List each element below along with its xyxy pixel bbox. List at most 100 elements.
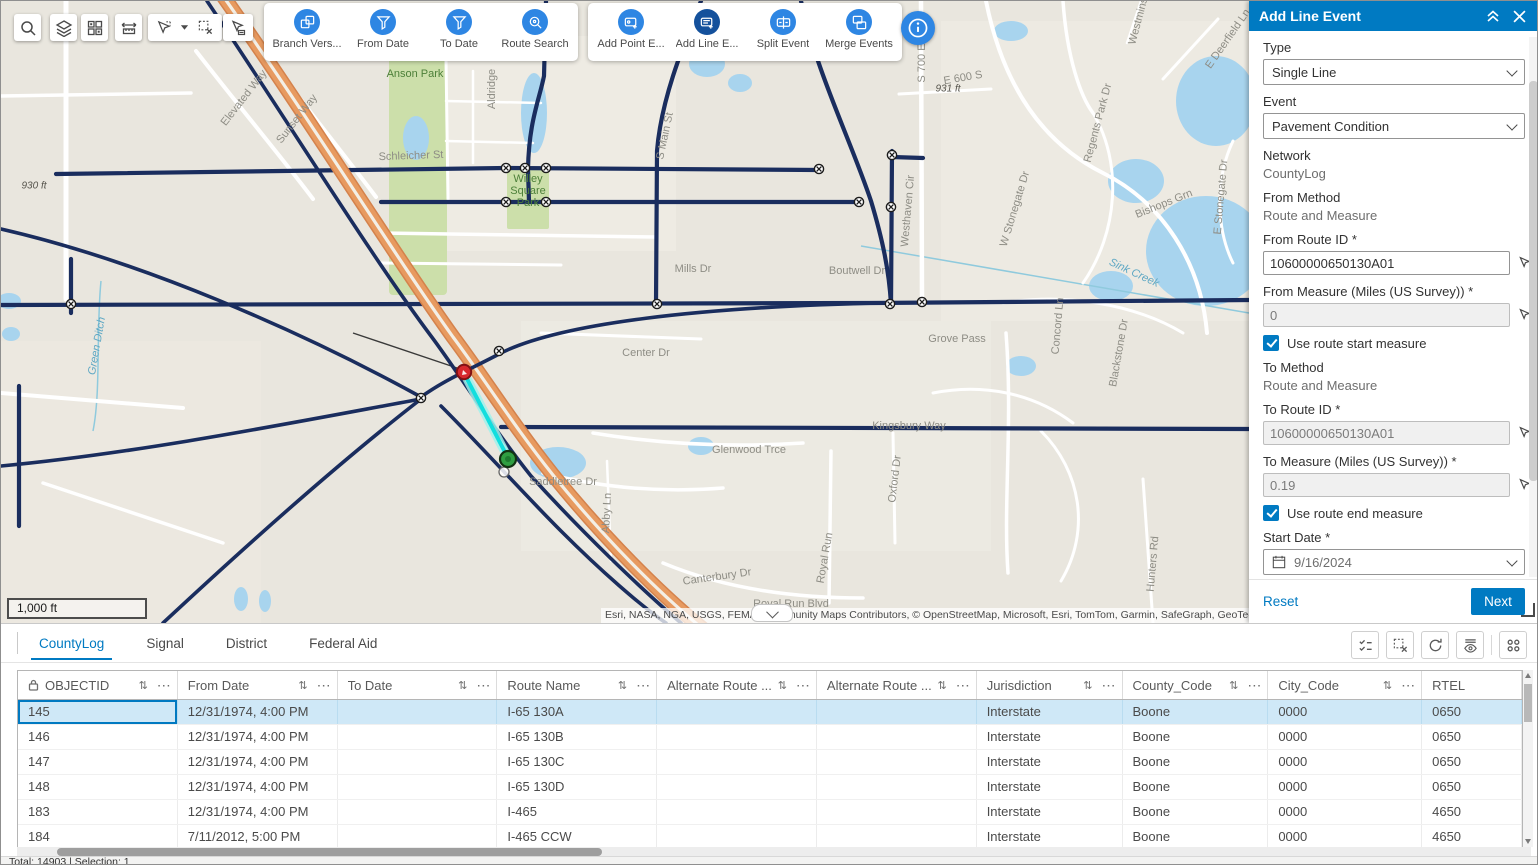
sort-icon[interactable]: ⇅ xyxy=(1083,679,1092,692)
column-header-objectid[interactable]: OBJECTID⇅⋯ xyxy=(18,671,178,699)
use-route-start-measure-row[interactable]: Use route start measure xyxy=(1263,335,1525,351)
to-measure-marker[interactable] xyxy=(500,451,516,467)
column-header-jurisdiction[interactable]: Jurisdiction⇅⋯ xyxy=(977,671,1123,699)
table-cell[interactable]: Boone xyxy=(1123,725,1269,749)
table-cell[interactable] xyxy=(338,825,498,847)
table-row[interactable]: 14612/31/1974, 4:00 PMI-65 130BInterstat… xyxy=(18,725,1522,750)
sort-icon[interactable]: ⇅ xyxy=(298,679,307,692)
table-cell[interactable]: Interstate xyxy=(977,750,1123,774)
table-cell[interactable]: 12/31/1974, 4:00 PM xyxy=(178,750,338,774)
table-cell[interactable]: 4650 xyxy=(1422,825,1522,847)
table-cell[interactable]: Boone xyxy=(1123,750,1269,774)
info-button[interactable] xyxy=(901,11,935,45)
select-tool-icon[interactable] xyxy=(156,19,173,36)
reset-link[interactable]: Reset xyxy=(1263,594,1298,609)
table-vscroll-thumb[interactable] xyxy=(1524,684,1532,722)
table-cell[interactable]: 0650 xyxy=(1422,725,1522,749)
table-cell[interactable] xyxy=(657,775,817,799)
column-menu-icon[interactable]: ⋯ xyxy=(636,677,650,694)
table-cell[interactable]: 4650 xyxy=(1422,800,1522,824)
basemap-gallery-button[interactable] xyxy=(81,14,108,41)
table-cell[interactable] xyxy=(338,725,498,749)
next-button[interactable]: Next xyxy=(1471,588,1525,615)
from-route-id-input[interactable] xyxy=(1263,251,1510,275)
table-cell[interactable]: 184 xyxy=(18,825,178,847)
tab-district[interactable]: District xyxy=(224,627,269,659)
table-cell[interactable]: Interstate xyxy=(977,700,1123,724)
toolbar-item-route-search[interactable]: Route Search xyxy=(504,9,566,50)
table-row[interactable]: 14512/31/1974, 4:00 PMI-65 130AInterstat… xyxy=(18,700,1522,725)
table-cell[interactable]: 183 xyxy=(18,800,178,824)
table-cell[interactable]: 148 xyxy=(18,775,178,799)
table-horizontal-scrollbar[interactable] xyxy=(17,847,1531,856)
event-select[interactable]: Pavement Condition xyxy=(1263,113,1525,139)
table-cell[interactable]: 0000 xyxy=(1268,725,1422,749)
table-cell[interactable]: 0000 xyxy=(1268,700,1422,724)
table-cell[interactable] xyxy=(657,725,817,749)
column-header-from-date[interactable]: From Date⇅⋯ xyxy=(178,671,338,699)
sort-icon[interactable]: ⇅ xyxy=(937,679,946,692)
tab-countylog[interactable]: CountyLog xyxy=(37,627,106,659)
column-menu-icon[interactable]: ⋯ xyxy=(1102,677,1116,694)
table-cell[interactable]: Boone xyxy=(1123,700,1269,724)
to-route-id-input[interactable] xyxy=(1263,421,1510,445)
from-measure-marker[interactable] xyxy=(457,365,471,379)
select-dropdown-icon[interactable] xyxy=(180,23,189,32)
toolbar-item-branch-vers[interactable]: Branch Vers... xyxy=(276,9,338,50)
sort-icon[interactable]: ⇅ xyxy=(139,679,148,692)
table-cell[interactable] xyxy=(817,725,977,749)
table-cell[interactable]: 12/31/1974, 4:00 PM xyxy=(178,725,338,749)
table-cell[interactable] xyxy=(338,750,498,774)
table-cell[interactable]: I-65 130D xyxy=(497,775,657,799)
table-options-button[interactable] xyxy=(1499,631,1527,659)
table-cell[interactable] xyxy=(338,775,498,799)
table-cell[interactable]: 7/11/2012, 5:00 PM xyxy=(178,825,338,847)
tab-signal[interactable]: Signal xyxy=(144,627,186,659)
sort-icon[interactable]: ⇅ xyxy=(1229,679,1238,692)
table-cell[interactable] xyxy=(338,700,498,724)
toolbar-item-from-date[interactable]: From Date xyxy=(352,9,414,50)
refresh-button[interactable] xyxy=(1421,631,1449,659)
table-row[interactable]: 1847/11/2012, 5:00 PMI-465 CCWInterstate… xyxy=(18,825,1522,847)
toolbar-item-add-line-e[interactable]: Add Line E... xyxy=(676,9,738,50)
column-header-route-name[interactable]: Route Name⇅⋯ xyxy=(497,671,657,699)
start-date-picker[interactable]: 9/16/2024 xyxy=(1263,549,1525,575)
use-route-end-measure-checkbox[interactable] xyxy=(1263,505,1279,521)
column-menu-icon[interactable]: ⋯ xyxy=(476,677,490,694)
show-selection-button[interactable] xyxy=(1351,631,1379,659)
tab-federal-aid[interactable]: Federal Aid xyxy=(307,627,379,659)
use-route-end-measure-row[interactable]: Use route end measure xyxy=(1263,505,1525,521)
table-cell[interactable]: I-65 130C xyxy=(497,750,657,774)
table-cell[interactable] xyxy=(817,800,977,824)
table-row[interactable]: 14712/31/1974, 4:00 PM I-65 130C Interstat… xyxy=(18,750,1522,775)
attribution-collapse-button[interactable] xyxy=(751,604,793,622)
table-cell[interactable]: 0000 xyxy=(1268,750,1422,774)
column-header-alternate-route[interactable]: Alternate Route ...⇅⋯ xyxy=(657,671,817,699)
table-cell[interactable]: Interstate xyxy=(977,725,1123,749)
table-cell[interactable]: 0000 xyxy=(1268,800,1422,824)
table-cell[interactable]: Interstate xyxy=(977,800,1123,824)
sort-icon[interactable]: ⇅ xyxy=(618,679,627,692)
measure-button[interactable] xyxy=(115,14,142,41)
toolbar-item-merge-events[interactable]: Merge Events xyxy=(828,9,890,50)
table-cell[interactable] xyxy=(338,800,498,824)
route-select-button[interactable] xyxy=(223,14,253,41)
map-canvas[interactable]: Elevated WaySunset WayAnson ParkAldridge… xyxy=(1,1,1249,623)
search-button[interactable] xyxy=(14,14,41,41)
table-cell[interactable]: Boone xyxy=(1123,800,1269,824)
table-cell[interactable]: Interstate xyxy=(977,775,1123,799)
hide-columns-button[interactable] xyxy=(1456,631,1484,659)
table-row[interactable]: 14812/31/1974, 4:00 PMI-65 130DInterstat… xyxy=(18,775,1522,800)
column-menu-icon[interactable]: ⋯ xyxy=(317,677,331,694)
table-cell[interactable]: 12/31/1974, 4:00 PM xyxy=(178,800,338,824)
table-cell[interactable]: I-65 130B xyxy=(497,725,657,749)
scroll-up-icon[interactable] xyxy=(1525,673,1531,678)
sort-icon[interactable]: ⇅ xyxy=(1383,679,1392,692)
column-header-city-code[interactable]: City_Code⇅⋯ xyxy=(1268,671,1422,699)
column-menu-icon[interactable]: ⋯ xyxy=(1401,677,1415,694)
table-cell[interactable]: Interstate xyxy=(977,825,1123,847)
collapse-button[interactable] xyxy=(1483,6,1503,26)
layers-button[interactable] xyxy=(50,14,77,41)
panel-scrollbar-thumb[interactable] xyxy=(1529,81,1538,481)
table-cell[interactable]: 147 xyxy=(18,750,178,774)
